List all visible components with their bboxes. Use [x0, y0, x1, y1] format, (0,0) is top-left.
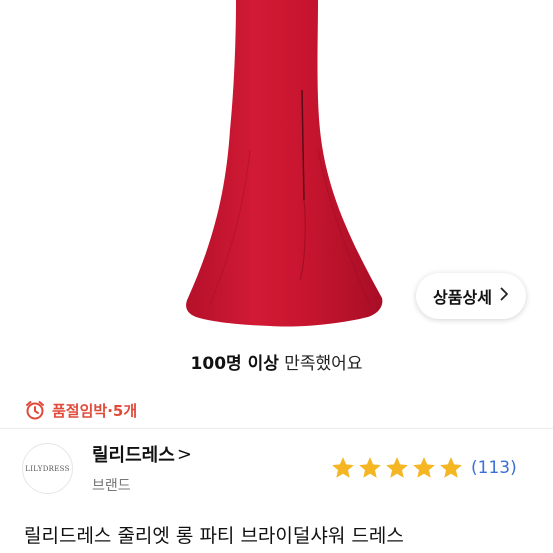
brand-name: 릴리드레스 [92, 445, 175, 466]
star-icon [438, 455, 464, 481]
product-detail-button[interactable]: 상품상세 [416, 273, 526, 319]
stock-notice: 품절임박·5개 [24, 398, 137, 422]
star-icon [330, 455, 356, 481]
satisfaction-text: 100명 이상 만족했어요 [0, 349, 553, 374]
brand-logo[interactable]: LILYDRESS [22, 443, 73, 494]
brand-chevron: > [176, 443, 192, 465]
stock-notice-text: 품절임박·5개 [52, 401, 138, 420]
star-icon [384, 455, 410, 481]
brand-label: 브랜드 [92, 478, 131, 494]
star-icon [411, 455, 437, 481]
review-count[interactable]: (113) [471, 458, 517, 478]
product-title: 릴리드레스 줄리엣 롱 파티 브라이덜샤워 드레스 [24, 525, 404, 547]
chevron-right-icon [500, 287, 509, 305]
rating[interactable]: (113) [330, 455, 517, 481]
brand-logo-text: LILYDRESS [25, 464, 70, 473]
brand-link[interactable]: 릴리드레스 > [92, 441, 192, 467]
star-icon [357, 455, 383, 481]
detail-button-label: 상품상세 [433, 288, 492, 307]
satisfaction-label: 만족했어요 [284, 354, 363, 374]
section-divider [0, 428, 553, 429]
satisfaction-count: 100명 이상 [190, 354, 279, 374]
alarm-clock-icon [24, 399, 46, 421]
